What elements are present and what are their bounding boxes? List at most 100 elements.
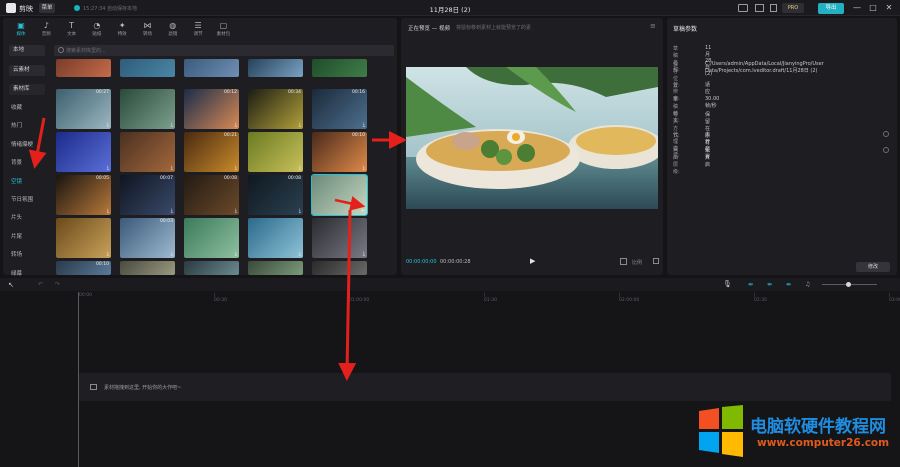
redo-icon[interactable]: ↷ bbox=[55, 281, 60, 288]
media-thumbnail[interactable]: ⤓ bbox=[120, 89, 175, 129]
tab-media[interactable]: ▣ 媒体 bbox=[9, 18, 33, 40]
download-icon[interactable]: ⤓ bbox=[171, 251, 173, 257]
ratio-button[interactable]: 比例 bbox=[632, 259, 642, 266]
nav-item[interactable]: 热门 bbox=[11, 121, 22, 129]
tab-audio[interactable]: ♪ 音频 bbox=[34, 18, 58, 40]
tab-text[interactable]: T 文本 bbox=[60, 18, 84, 40]
modify-button[interactable]: 修改 bbox=[856, 262, 890, 272]
download-icon[interactable]: ⤓ bbox=[171, 122, 173, 128]
main-track-dropzone[interactable] bbox=[79, 373, 891, 401]
fullscreen-icon[interactable] bbox=[653, 258, 659, 264]
undo-icon[interactable]: ↶ bbox=[38, 281, 43, 288]
feedback-icon[interactable] bbox=[770, 4, 777, 12]
select-tool-icon[interactable]: ↖ bbox=[8, 281, 14, 289]
pro-badge[interactable]: PRO bbox=[782, 3, 804, 13]
nav-item[interactable]: 片尾 bbox=[11, 232, 22, 240]
nav-item[interactable]: 空镜 bbox=[11, 177, 22, 185]
media-thumbnail[interactable]: 00:16 ⤓ bbox=[312, 89, 367, 129]
media-thumbnail[interactable] bbox=[248, 59, 303, 77]
snap-toggle-icon[interactable]: ⇹ bbox=[767, 281, 772, 288]
download-icon[interactable]: ⤓ bbox=[107, 251, 109, 257]
media-thumbnail[interactable]: ⤓ bbox=[56, 218, 111, 258]
download-icon[interactable]: ⤓ bbox=[299, 122, 301, 128]
media-thumbnail[interactable]: 00:08 ⤓ bbox=[248, 175, 303, 215]
download-icon[interactable]: ⤓ bbox=[235, 208, 237, 214]
nav-item[interactable]: 转场 bbox=[11, 250, 22, 258]
export-button[interactable]: 导出 bbox=[818, 3, 844, 14]
minimize-button[interactable]: — bbox=[852, 3, 862, 13]
nav-item[interactable]: 节日氛围 bbox=[11, 195, 33, 203]
tab-sticker[interactable]: ◔ 贴纸 bbox=[85, 18, 109, 40]
link-toggle-icon[interactable]: ⇹ bbox=[748, 281, 753, 288]
media-thumbnail[interactable]: 00:27 ⤓ bbox=[56, 89, 111, 129]
media-thumbnail[interactable] bbox=[120, 59, 175, 77]
fit-screen-icon[interactable] bbox=[620, 258, 627, 265]
tab-effects[interactable]: ✦ 特效 bbox=[110, 18, 134, 40]
menu-button[interactable]: 菜单 bbox=[39, 3, 55, 13]
media-thumbnail[interactable]: ⤓ bbox=[56, 132, 111, 172]
download-icon[interactable]: ⤓ bbox=[171, 165, 173, 171]
shortcut-icon[interactable] bbox=[738, 4, 748, 12]
media-thumbnail[interactable] bbox=[120, 261, 175, 275]
media-thumbnail[interactable]: 00:10 ⤓ bbox=[312, 132, 367, 172]
media-thumbnail[interactable]: 00:10 bbox=[56, 261, 111, 275]
nav-item[interactable]: 情绪爆梗 bbox=[11, 140, 33, 148]
close-button[interactable]: ✕ bbox=[884, 3, 894, 13]
download-icon[interactable]: ⤓ bbox=[107, 165, 109, 171]
info-icon[interactable] bbox=[883, 131, 889, 137]
download-icon[interactable]: ⤓ bbox=[235, 165, 237, 171]
media-thumbnail[interactable]: ⤓ bbox=[312, 218, 367, 258]
download-icon[interactable]: ⤓ bbox=[171, 208, 173, 214]
add-to-track-icon[interactable]: + bbox=[361, 208, 365, 214]
media-thumbnail[interactable]: 00:34 ⤓ bbox=[248, 89, 303, 129]
media-thumbnail[interactable] bbox=[184, 59, 239, 77]
download-icon[interactable]: ⤓ bbox=[363, 165, 365, 171]
media-thumbnail[interactable] bbox=[248, 261, 303, 275]
download-icon[interactable]: ⤓ bbox=[299, 165, 301, 171]
player-menu-icon[interactable]: ≡ bbox=[650, 22, 656, 30]
media-thumbnail[interactable]: + bbox=[311, 174, 368, 216]
download-icon[interactable]: ⤓ bbox=[235, 251, 237, 257]
microphone-icon[interactable]: 🎙 bbox=[723, 280, 732, 288]
media-thumbnail[interactable]: 00:03 ⤓ bbox=[120, 218, 175, 258]
media-thumbnail[interactable]: 00:08 ⤓ bbox=[184, 175, 239, 215]
media-thumbnail[interactable]: 00:05 ⤓ bbox=[56, 175, 111, 215]
tab-package[interactable]: ▢ 素材包 bbox=[211, 18, 235, 40]
layout-icon[interactable] bbox=[755, 4, 764, 12]
media-thumbnail[interactable]: ⤓ bbox=[184, 218, 239, 258]
media-thumbnail[interactable]: ⤓ bbox=[248, 218, 303, 258]
audio-icon[interactable]: ♫ bbox=[805, 281, 810, 288]
nav-item[interactable]: 背景 bbox=[11, 158, 22, 166]
duration-label: 00:34 bbox=[288, 90, 301, 95]
media-thumbnail[interactable] bbox=[312, 261, 367, 275]
play-button[interactable]: ▶ bbox=[530, 257, 535, 265]
media-thumbnail[interactable]: 00:12 ⤓ bbox=[184, 89, 239, 129]
media-thumbnail[interactable]: ⤓ bbox=[120, 132, 175, 172]
download-icon[interactable]: ⤓ bbox=[363, 251, 365, 257]
download-icon[interactable]: ⤓ bbox=[107, 122, 109, 128]
nav-item[interactable]: 绿幕 bbox=[11, 269, 22, 277]
nav-item[interactable]: 片头 bbox=[11, 213, 22, 221]
tab-adjust[interactable]: ☰ 调节 bbox=[186, 18, 210, 40]
nav-library[interactable]: 素材库 bbox=[9, 84, 45, 95]
download-icon[interactable]: ⤓ bbox=[235, 122, 237, 128]
zoom-slider-handle[interactable] bbox=[846, 282, 851, 287]
tab-transition[interactable]: ⋈ 转场 bbox=[136, 18, 160, 40]
nav-item[interactable]: 收藏 bbox=[11, 103, 22, 111]
media-thumbnail[interactable] bbox=[184, 261, 239, 275]
tab-filter[interactable]: ◍ 滤镜 bbox=[161, 18, 185, 40]
maximize-button[interactable]: □ bbox=[868, 3, 878, 13]
media-thumbnail[interactable]: 00:21 ⤓ bbox=[184, 132, 239, 172]
download-icon[interactable]: ⤓ bbox=[299, 251, 301, 257]
download-icon[interactable]: ⤓ bbox=[299, 208, 301, 214]
nav-local[interactable]: 本地 bbox=[9, 45, 45, 56]
info-icon[interactable] bbox=[883, 147, 889, 153]
media-thumbnail[interactable]: ⤓ bbox=[248, 132, 303, 172]
nav-cloud[interactable]: 云素材 bbox=[9, 65, 45, 76]
media-thumbnail[interactable]: 00:07 ⤓ bbox=[120, 175, 175, 215]
media-thumbnail[interactable] bbox=[56, 59, 111, 77]
download-icon[interactable]: ⤓ bbox=[107, 208, 109, 214]
download-icon[interactable]: ⤓ bbox=[363, 122, 365, 128]
preview-axis-icon[interactable]: ⇹ bbox=[786, 281, 791, 288]
media-thumbnail[interactable] bbox=[312, 59, 367, 77]
